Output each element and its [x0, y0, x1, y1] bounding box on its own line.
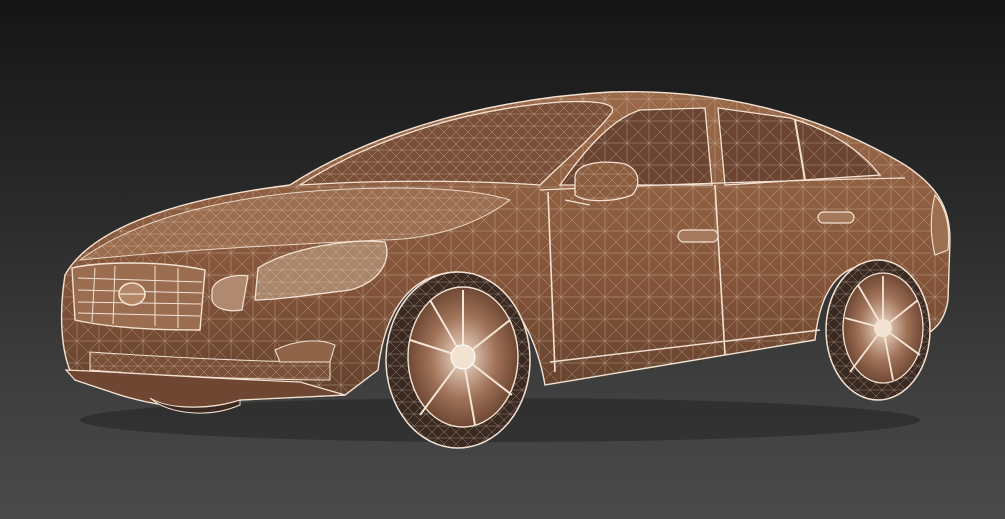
wheel-icon [385, 271, 531, 449]
rear-wheel [825, 259, 931, 401]
grille-icon [71, 262, 206, 331]
car-wireframe-render [60, 90, 951, 449]
door-handle-front [677, 229, 719, 243]
render-viewport [0, 0, 1005, 519]
door-handle-rear [817, 211, 855, 224]
tail-light [930, 193, 950, 256]
